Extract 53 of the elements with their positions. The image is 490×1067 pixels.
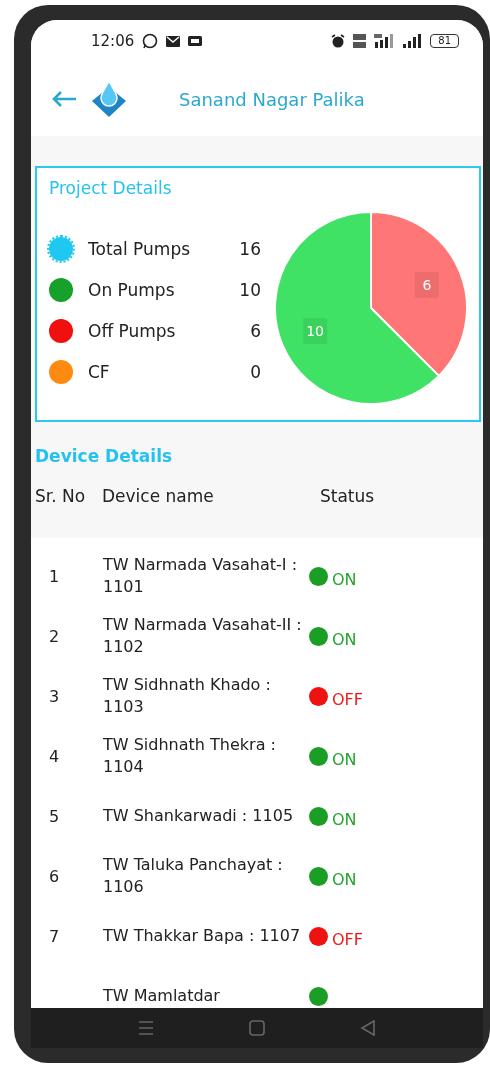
status-label: OFF (332, 689, 363, 709)
data-label: 10 (306, 323, 325, 340)
status-label: ON (332, 569, 357, 589)
stat-value: 0 (250, 361, 261, 382)
menu-icon[interactable] (138, 1020, 155, 1036)
column-header: Sr. No (35, 486, 87, 506)
stat-value: 16 (239, 238, 261, 259)
serial-number: 5 (48, 806, 61, 826)
serial-number: 2 (48, 626, 61, 646)
alarm-icon (331, 34, 346, 48)
status-label: OFF (332, 929, 363, 949)
column-header: Status (320, 486, 375, 506)
signal-icon (402, 34, 423, 48)
slice-value-label: 6 (414, 271, 439, 298)
serial-number: 4 (48, 746, 61, 766)
column-header: Device name (102, 486, 215, 506)
device-name: TW Sidhnath Khado : 1103 (102, 674, 272, 718)
signal-icon (374, 34, 395, 48)
card-title: Project Details (49, 178, 173, 198)
mail-icon (166, 35, 181, 47)
device-name: TW Narmada Vasahat-I : 1101 (102, 554, 299, 598)
device-name: TW Sidhnath Thekra : 1104 (102, 734, 277, 778)
serial-number: 3 (48, 686, 61, 706)
battery-indicator: 81 (430, 34, 459, 48)
device-name: TW Shankarwadi : 1105 (102, 805, 295, 827)
status-label: ON (332, 629, 357, 649)
device-name: TW Taluka Panchayat : 1106 (102, 854, 284, 898)
water-drop-logo (91, 79, 127, 119)
back-icon[interactable] (359, 1020, 376, 1036)
device-name: TW Thakkar Bapa : 1107 (102, 925, 302, 947)
clock: 12:06 (91, 32, 135, 50)
stat-label: CF (88, 361, 111, 382)
status-label: ON (332, 869, 357, 889)
device-name: TW Mamlatdar (102, 985, 221, 1007)
section-title: Device Details (35, 446, 174, 466)
device-name: TW Narmada Vasahat-II : 1102 (102, 614, 303, 658)
status-label: ON (332, 749, 357, 769)
stat-value: 6 (250, 320, 261, 341)
serial-number: 1 (48, 566, 61, 586)
slice-value-label: 10 (303, 318, 328, 345)
stat-label: Off Pumps (88, 320, 177, 341)
status-label: ON (332, 809, 357, 829)
serial-number: 7 (48, 926, 61, 946)
back-arrow-icon (51, 90, 77, 108)
stat-label: Total Pumps (88, 238, 192, 259)
stat-value: 10 (239, 279, 261, 300)
chat-icon (142, 33, 159, 49)
gallery-icon (188, 36, 203, 46)
home-icon[interactable] (249, 1020, 265, 1036)
serial-number: 6 (48, 866, 61, 886)
data-label: 6 (422, 276, 432, 293)
app-title: Sanand Nagar Palika (179, 88, 365, 110)
stat-label: On Pumps (88, 279, 176, 300)
